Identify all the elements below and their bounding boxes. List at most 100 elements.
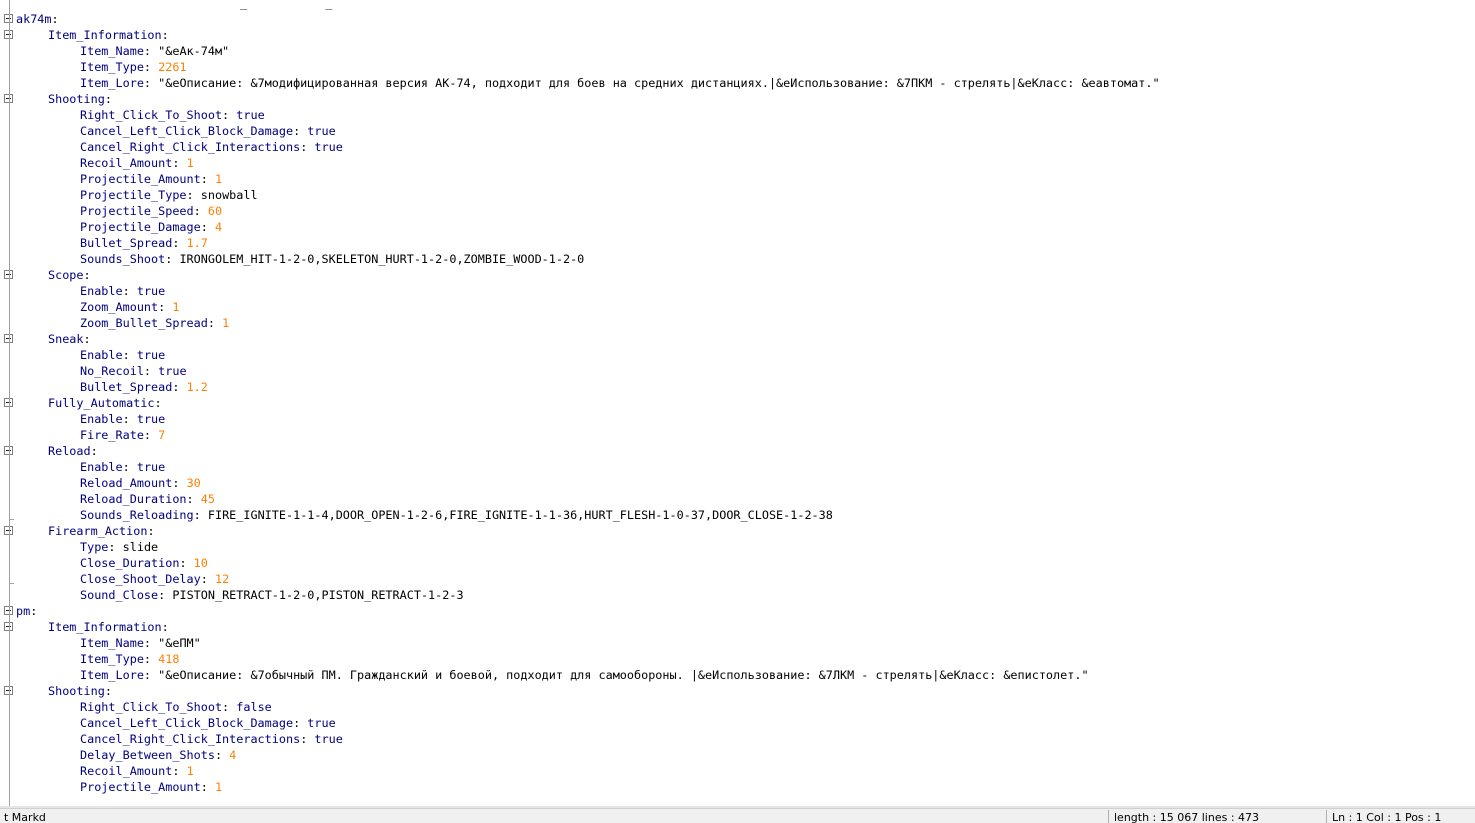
code-line[interactable]: Item_Information: — [48, 27, 169, 43]
yaml-key: Cancel_Right_Click_Interactions — [80, 732, 301, 746]
code-line[interactable]: Enable: true — [80, 347, 165, 363]
status-bar: t Markd length : 15 067 lines : 473 Ln :… — [0, 808, 1475, 823]
yaml-colon: : — [143, 60, 159, 74]
code-line[interactable]: Zoom_Amount: 1 — [80, 299, 179, 315]
code-line[interactable]: Shooting: — [48, 683, 112, 699]
code-line[interactable]: Scope: — [48, 267, 91, 283]
yaml-colon: : — [108, 540, 123, 554]
yaml-colon: : — [104, 92, 112, 106]
code-editor[interactable]: _ _ ak74m: Item_Information: Item_Name: "&e… — [0, 0, 1475, 808]
yaml-key: Item_Name — [80, 636, 144, 650]
code-line[interactable]: Item_Information: — [48, 619, 169, 635]
code-line[interactable]: Enable: true — [80, 283, 165, 299]
code-line[interactable]: Right_Click_To_Shoot: false — [80, 699, 272, 715]
yaml-colon: : — [143, 668, 159, 682]
yaml-colon: : — [200, 780, 215, 794]
yaml-colon: : — [122, 460, 137, 474]
code-line[interactable]: Item_Lore: "&eОписание: &7обычный ПМ. Гр… — [80, 667, 1089, 683]
yaml-colon: : — [172, 236, 187, 250]
code-line[interactable]: pm: — [16, 603, 37, 619]
code-line[interactable]: Sneak: — [48, 331, 91, 347]
yaml-value: 1 — [186, 764, 194, 778]
code-line[interactable]: _ _ — [240, 0, 332, 11]
code-line[interactable]: ak74m: — [16, 11, 59, 27]
code-line[interactable]: Enable: true — [80, 411, 165, 427]
yaml-colon: : — [300, 140, 315, 154]
yaml-key: Enable — [80, 284, 123, 298]
yaml-value: 2261 — [158, 60, 187, 74]
code-line[interactable]: Fully_Automatic: — [48, 395, 162, 411]
code-line[interactable]: Projectile_Damage: 4 — [80, 219, 222, 235]
code-line[interactable]: Item_Type: 2261 — [80, 59, 187, 75]
yaml-key: Projectile_Type — [80, 188, 187, 202]
code-line[interactable]: Enable: true — [80, 459, 165, 475]
yaml-value: true — [136, 460, 166, 474]
code-line[interactable]: Item_Name: "&eАк-74м" — [80, 43, 229, 59]
yaml-key: Projectile_Damage — [80, 220, 201, 234]
yaml-value: 1 — [214, 172, 223, 186]
code-line[interactable]: Projectile_Amount: 1 — [80, 779, 222, 795]
yaml-value: 60 — [207, 204, 223, 218]
code-line[interactable]: Sounds_Shoot: IRONGOLEM_HIT-1-2-0,SKELET… — [80, 251, 584, 267]
yaml-colon: : — [293, 124, 308, 138]
yaml-value: 1 — [172, 300, 180, 314]
code-line[interactable]: Item_Type: 418 — [80, 651, 179, 667]
yaml-key: ak74m — [16, 12, 52, 26]
code-line[interactable]: Firearm_Action: — [48, 523, 155, 539]
code-line[interactable]: Item_Lore: "&eОписание: &7модифицированн… — [80, 75, 1160, 91]
yaml-colon: : — [143, 636, 159, 650]
code-line[interactable]: Cancel_Left_Click_Block_Damage: true — [80, 123, 336, 139]
yaml-key: Sounds_Shoot — [80, 252, 166, 266]
code-line[interactable]: Close_Duration: 10 — [80, 555, 208, 571]
yaml-key: Bullet_Spread — [80, 380, 173, 394]
code-line[interactable]: Close_Shoot_Delay: 12 — [80, 571, 229, 587]
yaml-key: Shooting — [48, 92, 105, 106]
yaml-colon: : — [207, 316, 223, 330]
yaml-key: Cancel_Left_Click_Block_Damage — [80, 124, 294, 138]
code-line[interactable]: Bullet_Spread: 1.7 — [80, 235, 208, 251]
yaml-value: "&eАк-74м" — [158, 44, 230, 58]
code-line[interactable]: Delay_Between_Shots: 4 — [80, 747, 236, 763]
yaml-key: Projectile_Speed — [80, 204, 194, 218]
yaml-key: Scope — [48, 268, 84, 282]
code-line[interactable]: Zoom_Bullet_Spread: 1 — [80, 315, 229, 331]
yaml-key: Reload_Duration — [80, 492, 187, 506]
code-line[interactable]: Sound_Close: PISTON_RETRACT-1-2-0,PISTON… — [80, 587, 464, 603]
yaml-key: Zoom_Bullet_Spread — [80, 316, 208, 330]
yaml-key: Close_Duration — [80, 556, 180, 570]
code-line[interactable]: Reload_Amount: 30 — [80, 475, 201, 491]
code-line[interactable]: Shooting: — [48, 91, 112, 107]
yaml-value: 12 — [214, 572, 230, 586]
yaml-value: false — [236, 700, 272, 714]
code-line[interactable]: Fire_Rate: 7 — [80, 427, 165, 443]
yaml-colon: : — [172, 764, 187, 778]
yaml-colon: : — [179, 556, 194, 570]
code-line[interactable]: Type: slide — [80, 539, 158, 555]
yaml-key: Enable — [80, 412, 123, 426]
yaml-key: Sounds_Reloading — [80, 508, 194, 522]
code-line[interactable]: Bullet_Spread: 1.2 — [80, 379, 208, 395]
code-line[interactable]: Item_Name: "&eПМ" — [80, 635, 201, 651]
yaml-colon: : — [186, 188, 201, 202]
code-line[interactable]: Right_Click_To_Shoot: true — [80, 107, 265, 123]
code-line[interactable]: Projectile_Amount: 1 — [80, 171, 222, 187]
yaml-value: true — [158, 364, 187, 378]
code-line[interactable]: Cancel_Right_Click_Interactions: true — [80, 731, 343, 747]
yaml-key: Fire_Rate — [80, 428, 144, 442]
code-line[interactable]: No_Recoil: true — [80, 363, 187, 379]
yaml-colon: : — [193, 508, 208, 522]
yaml-value: 4 — [229, 748, 237, 762]
code-line[interactable]: Projectile_Speed: 60 — [80, 203, 222, 219]
code-line[interactable]: Cancel_Left_Click_Block_Damage: true — [80, 715, 336, 731]
code-line[interactable]: Sounds_Reloading: FIRE_IGNITE-1-1-4,DOOR… — [80, 507, 833, 523]
code-line[interactable]: Reload: — [48, 443, 98, 459]
code-line[interactable]: Reload_Duration: 45 — [80, 491, 215, 507]
code-line[interactable]: Cancel_Right_Click_Interactions: true — [80, 139, 343, 155]
code-line[interactable]: Projectile_Type: snowball — [80, 187, 258, 203]
yaml-key: Enable — [80, 460, 123, 474]
code-line[interactable]: Recoil_Amount: 1 — [80, 763, 194, 779]
yaml-colon: : — [143, 364, 159, 378]
fold-margin[interactable] — [0, 0, 16, 808]
code-line[interactable]: Recoil_Amount: 1 — [80, 155, 194, 171]
fold-guide-line — [9, 0, 10, 808]
